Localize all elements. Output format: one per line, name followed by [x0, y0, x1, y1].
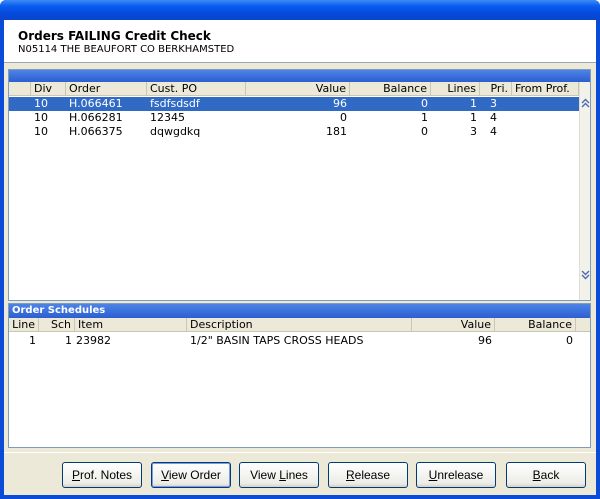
orders-header-corner — [9, 82, 31, 96]
cell-value: 0 — [340, 111, 347, 124]
release-mnemonic: R — [345, 468, 355, 482]
col-header-div[interactable]: Div — [31, 82, 66, 96]
col-header-item[interactable]: Item — [75, 318, 187, 332]
cell-from-prof — [512, 125, 579, 139]
prof-notes-label-post: rof. Notes — [79, 468, 133, 482]
cell-description: 1/2" BASIN TAPS CROSS HEADS — [190, 334, 364, 347]
cell-pri: 4 — [490, 125, 497, 138]
view-lines-label-pre: View — [250, 468, 280, 482]
col-header-balance[interactable]: Balance — [495, 318, 576, 332]
cell-div: 10 — [34, 125, 48, 138]
cell-lines: 1 — [470, 111, 477, 124]
cell-div: 10 — [34, 97, 48, 110]
view-lines-mnemonic: L — [279, 468, 286, 482]
cell-value: 96 — [333, 97, 347, 110]
cell-balance: 1 — [421, 111, 428, 124]
cell-sch: 1 — [65, 334, 72, 347]
button-bar: Prof. Notes View Order View Lines Releas… — [4, 452, 596, 495]
col-header-sch[interactable]: Sch — [39, 318, 75, 332]
cell-value: 96 — [478, 334, 492, 347]
view-lines-button[interactable]: View Lines — [239, 462, 319, 488]
cell-pri: 4 — [490, 111, 497, 124]
release-button[interactable]: Release — [328, 462, 408, 488]
page-title: Orders FAILING Credit Check — [18, 29, 211, 43]
release-label-post: elease — [354, 468, 391, 482]
prof-notes-button[interactable]: Prof. Notes — [62, 462, 142, 488]
col-header-value[interactable]: Value — [412, 318, 495, 332]
back-button[interactable]: Back — [506, 462, 586, 488]
cell-item: 23982 — [76, 334, 111, 347]
order-schedules-title: Order Schedules — [9, 304, 590, 318]
prof-notes-mnemonic: P — [71, 468, 80, 482]
view-lines-label-post: ines — [285, 468, 308, 482]
cell-lines: 3 — [470, 125, 477, 138]
col-header-pri[interactable]: Pri. — [480, 82, 512, 96]
view-order-mnemonic: V — [161, 468, 169, 482]
view-order-label-post: iew Order — [168, 468, 221, 482]
cell-cust-po: fsdfsdsdf — [150, 97, 200, 110]
col-header-balance[interactable]: Balance — [350, 82, 431, 96]
schedule-row[interactable]: 1 1 23982 1/2" BASIN TAPS CROSS HEADS 96… — [9, 334, 590, 348]
col-header-line[interactable]: Line — [9, 318, 39, 332]
cell-balance: 0 — [421, 125, 428, 138]
cell-cust-po: dqwgdkq — [150, 125, 201, 138]
window-client: Orders FAILING Credit Check N05114 THE B… — [4, 20, 596, 495]
cell-balance: 0 — [566, 334, 573, 347]
cell-from-prof — [512, 111, 579, 125]
cell-order: H.066281 — [69, 111, 123, 124]
window: Orders FAILING Credit Check N05114 THE B… — [0, 0, 600, 499]
cell-line: 1 — [29, 334, 36, 347]
cell-from-prof — [512, 97, 579, 111]
col-header-description[interactable]: Description — [187, 318, 412, 332]
order-row[interactable]: 10 H.066461 fsdfsdsdf 96 0 1 3 — [9, 97, 579, 111]
cell-lines: 1 — [470, 97, 477, 110]
cell-value: 181 — [326, 125, 347, 138]
cell-cust-po: 12345 — [150, 111, 185, 124]
title-bar[interactable] — [0, 0, 600, 20]
cell-order: H.066461 — [69, 97, 123, 110]
customer-subtitle: N05114 THE BEAUFORT CO BERKHAMSTED — [18, 44, 235, 55]
header: Orders FAILING Credit Check N05114 THE B… — [4, 20, 596, 60]
back-mnemonic: B — [532, 468, 541, 482]
double-chevron-up-icon[interactable] — [580, 98, 591, 110]
cell-pri: 3 — [490, 97, 497, 110]
col-header-cust-po[interactable]: Cust. PO — [147, 82, 246, 96]
col-header-lines[interactable]: Lines — [431, 82, 480, 96]
unrelease-button[interactable]: Unrelease — [416, 462, 496, 488]
order-row[interactable]: 10 H.066375 dqwgdkq 181 0 3 4 — [9, 125, 579, 139]
cell-order: H.066375 — [69, 125, 123, 138]
orders-scrollbar[interactable] — [579, 82, 590, 300]
orders-grid-band — [9, 70, 590, 82]
order-row[interactable]: 10 H.066281 12345 0 1 1 4 — [9, 111, 579, 125]
unrelease-mnemonic: U — [428, 468, 438, 482]
view-order-button[interactable]: View Order — [151, 462, 231, 488]
unrelease-label-post: nrelease — [437, 468, 484, 482]
col-header-from-prof[interactable]: From Prof. — [512, 82, 579, 96]
col-header-value[interactable]: Value — [246, 82, 350, 96]
orders-grid: Div Order Cust. PO Value Balance Lines P… — [8, 69, 591, 301]
double-chevron-down-icon[interactable] — [580, 270, 591, 282]
order-schedules-grid: Order Schedules Line Sch Item Descriptio… — [8, 303, 591, 448]
cell-balance: 0 — [421, 97, 428, 110]
schedules-header-filler — [576, 318, 590, 332]
cell-div: 10 — [34, 111, 48, 124]
back-label-post: ack — [540, 468, 560, 482]
col-header-order[interactable]: Order — [66, 82, 147, 96]
body-area: Div Order Cust. PO Value Balance Lines P… — [4, 63, 596, 452]
